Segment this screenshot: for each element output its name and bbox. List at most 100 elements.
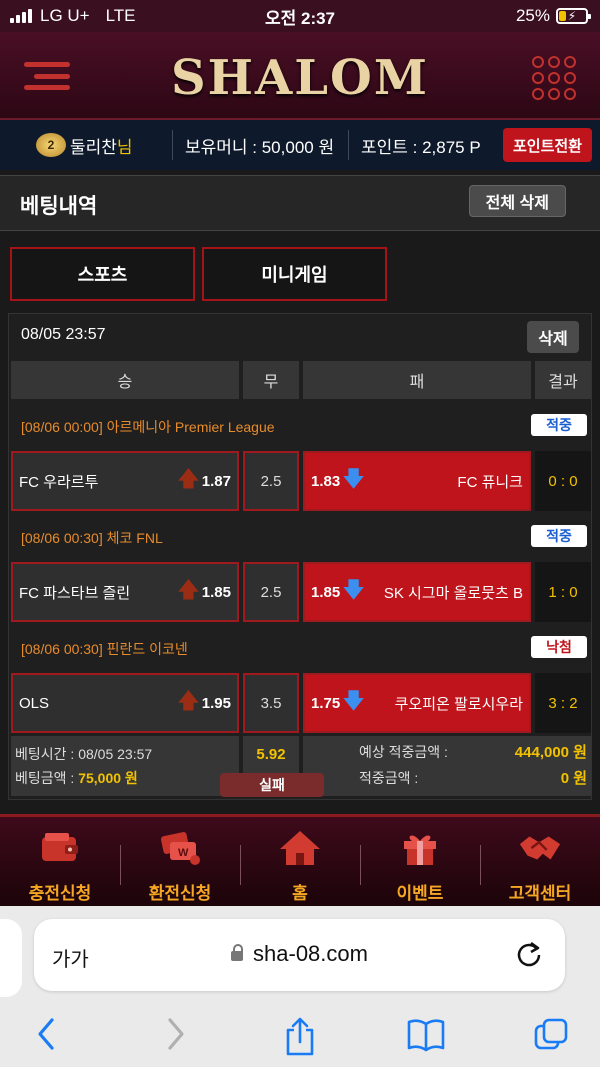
nav-withdraw[interactable]: W 환전신청 [120,817,240,906]
exchange-icon: W [158,829,202,867]
column-header-win: 승 [11,361,239,399]
back-icon[interactable] [34,1016,58,1057]
league-label: [08/06 00:30] 체코 FNL [21,530,163,546]
tab-sports[interactable]: 스포츠 [10,247,195,301]
nav-label: 홈 [292,884,308,903]
away-odds: 1.75 [311,694,341,712]
away-odds: 1.83 [311,472,341,490]
user-info-bar: 2 둘리찬 님 보유머니 : 50,000 원 포인트 : 2,875 P 포인… [0,120,600,170]
status-badge: 적중 [531,414,587,436]
away-team-cell: 1.83 🡇 FC 퓨니크 [303,451,531,511]
bet-summary: 베팅시간 : 08/05 23:57 베팅금액 : 75,000 원 [11,736,239,796]
grid-menu-icon[interactable] [532,56,576,100]
away-team-cell: 1.75 🡇 쿠오피온 팔로시우라 [303,673,531,733]
page-title-bar: 베팅내역 전체 삭제 [0,175,600,231]
handshake-icon [518,829,562,867]
win-amount-label: 적중금액 : [359,770,419,786]
status-badge: 낙첨 [531,636,587,658]
signal-icon [10,9,32,23]
reload-icon[interactable] [515,939,543,974]
bet-time-label: 베팅시간 : [15,746,79,762]
league-label: [08/06 00:00] 아르메니아 Premier League [21,419,275,435]
home-team-cell: FC 파스타브 즐린 🡅 1.85 [11,562,239,622]
nav-home[interactable]: 홈 [240,817,360,906]
address-bar[interactable]: 가가 sha-08.com [34,919,565,991]
delete-all-button[interactable]: 전체 삭제 [468,185,566,217]
column-header-result: 결과 [535,361,591,399]
point-convert-button[interactable]: 포인트전환 [502,128,592,162]
bookmarks-icon[interactable] [406,1016,446,1057]
gift-icon [398,829,442,867]
nav-label: 환전신청 [148,884,212,903]
away-team: FC 퓨니크 [457,473,523,491]
username: 둘리찬 [70,137,117,157]
total-odds: 5.92 [256,746,286,763]
home-team: FC 우라르투 [19,473,99,491]
tab-minigame[interactable]: 미니게임 [202,247,387,301]
carrier: LG U+ [40,6,90,25]
home-team-cell: FC 우라르투 🡅 1.87 [11,451,239,511]
tabs-icon[interactable] [532,1016,570,1059]
browser-toolbar [0,1010,600,1060]
bet-amount-label: 베팅금액 : [15,770,79,786]
home-odds: 1.85 [201,583,231,601]
score: 3 : 2 [535,673,591,733]
status-badge: 적중 [531,525,587,547]
lock-icon [231,944,244,961]
nav-label: 이벤트 [396,884,444,903]
up-arrow-icon: 🡅 [177,466,200,491]
expected-payout-label: 예상 적중금액 : [359,744,448,760]
forward-icon[interactable] [164,1016,188,1057]
balance: 보유머니 : 50,000 원 [185,137,335,157]
league-label: [08/06 00:30] 핀란드 이코넨 [21,641,188,657]
column-header-draw: 무 [243,361,299,399]
down-arrow-icon: 🡇 [342,577,365,602]
bet-amount: 75,000 원 [78,770,138,786]
bet-time: 08/05 23:57 [78,746,153,762]
bet-datetime: 08/05 23:57 [21,326,106,343]
home-team: OLS [19,694,50,712]
network-type: LTE [105,6,136,25]
home-icon [278,829,322,867]
svg-text:W: W [178,847,189,859]
home-odds: 1.87 [201,472,231,490]
bet-result-badge: 실패 [220,773,324,797]
up-arrow-icon: 🡅 [177,688,200,713]
nav-support[interactable]: 고객센터 [480,817,600,906]
away-team-cell: 1.85 🡇 SK 시그마 올로뭇츠 B [303,562,531,622]
column-header-lose: 패 [303,361,531,399]
bet-slip-card: 08/05 23:57 삭제 승 무 패 결과 [08/06 00:00] 아르… [8,313,592,800]
user-profile: 2 둘리찬 님 [0,133,172,158]
battery-percent: 25% [515,6,550,25]
score: 0 : 0 [535,451,591,511]
score: 1 : 0 [535,562,591,622]
site-logo[interactable]: SHALOM [0,50,600,106]
draw-odds: 2.5 [243,451,299,511]
page-title: 베팅내역 [20,195,98,218]
share-icon[interactable] [284,1016,316,1061]
home-team: FC 파스타브 즐린 [19,584,131,602]
away-odds: 1.85 [311,583,341,601]
payout-summary: 예상 적중금액 : 444,000 원 적중금액 : 0 원 [303,736,591,796]
delete-bet-button[interactable]: 삭제 [527,321,579,353]
down-arrow-icon: 🡇 [342,688,365,713]
win-amount: 0 원 [560,770,587,787]
level-badge-icon: 2 [36,133,66,157]
status-bar: LG U+ LTE 오전 2:37 25% ⚡ [0,0,600,32]
draw-odds: 3.5 [243,673,299,733]
previous-tab-peek[interactable] [0,919,22,997]
nav-event[interactable]: 이벤트 [360,817,480,906]
nav-label: 고객센터 [508,884,572,903]
battery-icon: ⚡ [556,8,591,24]
away-team: 쿠오피온 팔로시우라 [394,695,523,713]
nav-deposit[interactable]: 충전신청 [0,817,120,906]
down-arrow-icon: 🡇 [342,466,365,491]
url-text: sha-08.com [253,941,368,966]
away-team: SK 시그마 올로뭇츠 B [383,584,523,602]
home-team-cell: OLS 🡅 1.95 [11,673,239,733]
home-odds: 1.95 [201,694,231,712]
points: 포인트 : 2,875 P [361,137,481,157]
draw-odds: 2.5 [243,562,299,622]
nav-label: 충전신청 [28,884,92,903]
up-arrow-icon: 🡅 [177,577,200,602]
